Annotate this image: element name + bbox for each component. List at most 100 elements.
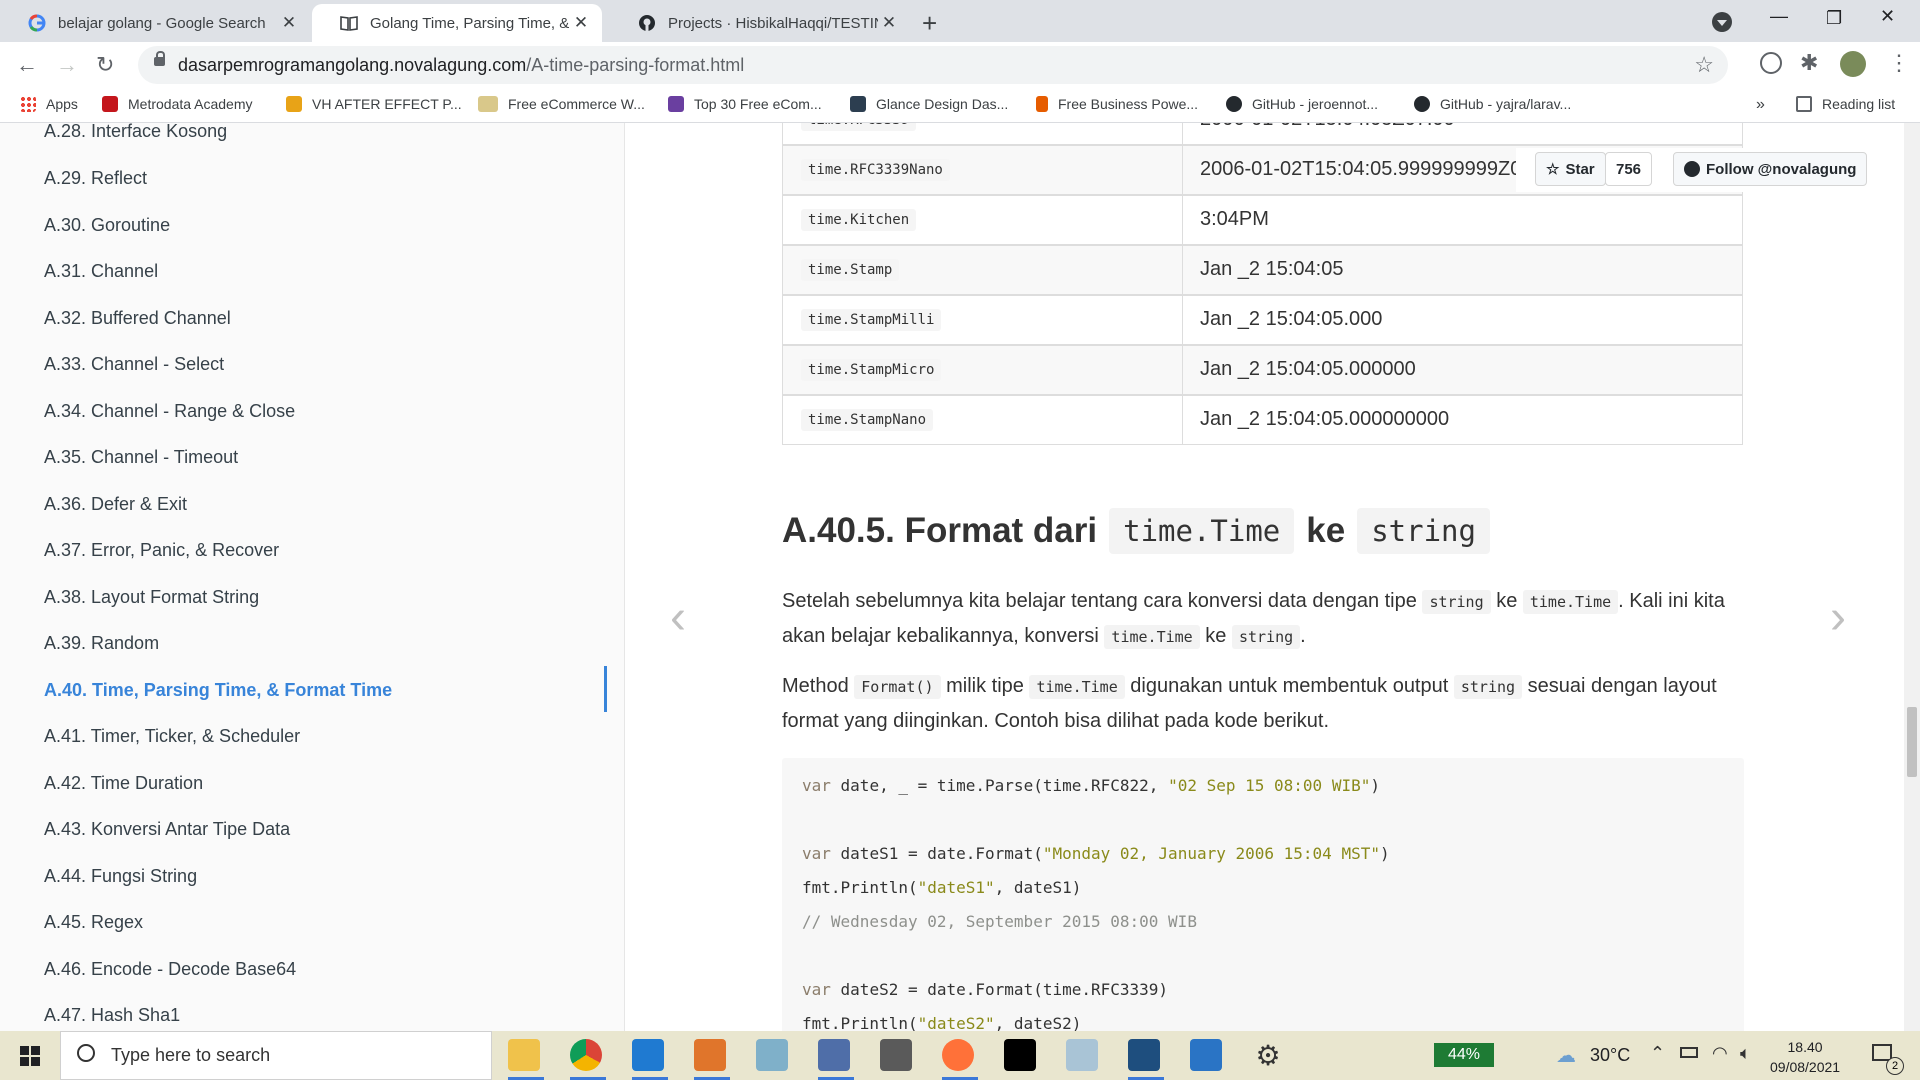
url-text: dasarpemrogramangolang.novalagung.com/A-… [178,55,745,75]
bookmark-top-30[interactable]: Top 30 Free eCom... [668,96,822,112]
settings-gear-icon[interactable]: ⚙ [1252,1039,1284,1071]
taskbar-search[interactable]: Type here to search [60,1031,492,1080]
layout-value: 2006-01-02T15:04:05.999999999Z07:00 [1200,158,1561,180]
bookmark-github-yajra[interactable]: GitHub - yajra/larav... [1414,96,1571,112]
menu-icon[interactable]: ⋮ [1888,50,1910,76]
github-icon [1414,96,1430,112]
sidebar-item-a36[interactable]: A.36. Defer & Exit [44,494,187,515]
tab-google-search[interactable]: belajar golang - Google Search ✕ [0,4,310,42]
volume-icon[interactable]: 🔈︎ [1740,1043,1751,1064]
avatar[interactable] [1840,51,1866,77]
layout-name: time.Kitchen [801,209,917,231]
code-line: fmt.Println("dateS2", dateS2) [802,1014,1082,1031]
wifi-icon[interactable]: ◠ [1712,1043,1728,1064]
close-icon[interactable]: ✕ [570,13,592,33]
notification-count: 2 [1886,1057,1904,1075]
tab-golang-time[interactable]: Golang Time, Parsing Time, & Format Time… [312,4,602,42]
sidebar-item-a39[interactable]: A.39. Random [44,633,159,654]
bookmark-vh-after-effect[interactable]: VH AFTER EFFECT P... [286,96,462,112]
sublime-icon[interactable] [694,1039,726,1071]
app-icon[interactable] [756,1039,788,1071]
scrollbar[interactable] [1904,123,1920,1031]
tab-search-icon[interactable] [1712,12,1732,32]
sidebar-item-a30[interactable]: A.30. Goroutine [44,215,170,236]
clock[interactable]: 18.40 09/08/2021 [1770,1037,1840,1077]
chevron-up-icon[interactable]: ⌃ [1650,1043,1665,1064]
back-button[interactable]: ← [16,52,38,78]
table-row: time.RFC3339 2006-01-02T15:04:05Z07:00 [782,123,1743,145]
page-content: A.28. Interface Kosong A.29. Reflect A.3… [0,123,1920,1031]
file-explorer-icon[interactable] [508,1039,540,1071]
puzzle-icon[interactable]: ✱ [1800,50,1818,76]
bookmark-github-jeroennot[interactable]: GitHub - jeroennot... [1226,96,1378,112]
close-icon[interactable]: ✕ [278,13,300,33]
sidebar-item-a31[interactable]: A.31. Channel [44,261,158,282]
sidebar-item-a42[interactable]: A.42. Time Duration [44,773,203,794]
sidebar-item-a44[interactable]: A.44. Fungsi String [44,866,197,887]
sidebar-item-a41[interactable]: A.41. Timer, Ticker, & Scheduler [44,726,300,747]
app-icon[interactable] [1066,1039,1098,1071]
scrollbar-thumb[interactable] [1907,707,1917,777]
github-star-count[interactable]: 756 [1605,152,1653,186]
battery-icon[interactable] [1680,1047,1698,1058]
reading-list-button[interactable]: Reading list [1796,96,1895,112]
sidebar-item-a28[interactable]: A.28. Interface Kosong [44,123,227,142]
bookmark-apps[interactable]: Apps [20,96,78,112]
next-page-arrow-icon[interactable]: › [1830,590,1846,645]
reload-button[interactable]: ↻ [96,52,114,78]
chrome-icon[interactable] [570,1039,602,1071]
code-block[interactable]: var date, _ = time.Parse(time.RFC822, "0… [782,758,1744,1031]
github-star-button[interactable]: ☆ Star [1535,152,1606,186]
network-app-icon[interactable] [818,1039,850,1071]
restore-button[interactable]: ❐ [1826,8,1842,29]
active-indicator [604,666,607,712]
vscode-icon[interactable] [632,1039,664,1071]
sidebar-item-a35[interactable]: A.35. Channel - Timeout [44,447,238,468]
layout-name: time.StampMilli [801,309,942,331]
weather-temperature[interactable]: 30°C [1590,1045,1630,1066]
close-icon[interactable]: ✕ [878,13,900,33]
bookmark-metrodata[interactable]: Metrodata Academy [102,96,253,112]
bookmark-star-icon[interactable]: ☆ [1694,52,1714,78]
sidebar-item-a38[interactable]: A.38. Layout Format String [44,587,259,608]
github-follow-button[interactable]: Follow @novalagung [1673,152,1868,186]
forward-button[interactable]: → [56,52,78,78]
sidebar-item-a29[interactable]: A.29. Reflect [44,168,147,189]
battery-indicator[interactable]: 44% [1434,1043,1494,1067]
sidebar-item-a45[interactable]: A.45. Regex [44,912,143,933]
sidebar-item-a37[interactable]: A.37. Error, Panic, & Recover [44,540,279,561]
address-bar[interactable]: dasarpemrogramangolang.novalagung.com/A-… [138,46,1728,84]
mysql-workbench-icon[interactable] [1128,1039,1160,1071]
bookmark-glance-design[interactable]: Glance Design Das... [850,96,1008,112]
sidebar-item-a40[interactable]: A.40. Time, Parsing Time, & Format Time [44,680,392,701]
lock-icon [154,51,165,66]
bookmark-free-business[interactable]: Free Business Powe... [1036,96,1198,112]
extension-icon[interactable] [1760,52,1782,74]
firefox-icon[interactable] [942,1039,974,1071]
jetbrains-icon[interactable] [1004,1039,1036,1071]
table-row: time.StampNano Jan _2 15:04:05.000000000 [782,395,1743,445]
minimize-button[interactable]: — [1770,6,1788,27]
layout-value: Jan _2 15:04:05 [1200,258,1344,280]
layout-value: 3:04PM [1200,208,1269,230]
windows-start-icon[interactable] [20,1046,40,1066]
layout-value: Jan _2 15:04:05.000000000 [1200,408,1450,430]
window-close-button[interactable]: ✕ [1880,6,1895,27]
sidebar-item-a46[interactable]: A.46. Encode - Decode Base64 [44,959,296,980]
w3-icon [850,96,866,112]
prev-page-arrow-icon[interactable]: ‹ [670,590,686,645]
app-icon[interactable] [880,1039,912,1071]
table-row: time.StampMilli Jan _2 15:04:05.000 [782,295,1743,345]
tab-strip: belajar golang - Google Search ✕ Golang … [0,0,1920,42]
new-tab-button[interactable]: + [922,8,937,39]
sidebar-item-a33[interactable]: A.33. Channel - Select [44,354,224,375]
sidebar-item-a34[interactable]: A.34. Channel - Range & Close [44,401,295,422]
more-bookmarks-button[interactable]: » [1756,96,1765,114]
photos-icon[interactable] [1190,1039,1222,1071]
tab-github-projects[interactable]: Projects · HisbikalHaqqi/TESTING ✕ [610,4,910,42]
sidebar-item-a47[interactable]: A.47. Hash Sha1 [44,1005,180,1026]
sidebar-item-a43[interactable]: A.43. Konversi Antar Tipe Data [44,819,290,840]
bookmark-free-ecommerce[interactable]: Free eCommerce W... [478,96,645,112]
sidebar-item-a32[interactable]: A.32. Buffered Channel [44,308,231,329]
weather-icon: ☁ [1556,1045,1576,1067]
